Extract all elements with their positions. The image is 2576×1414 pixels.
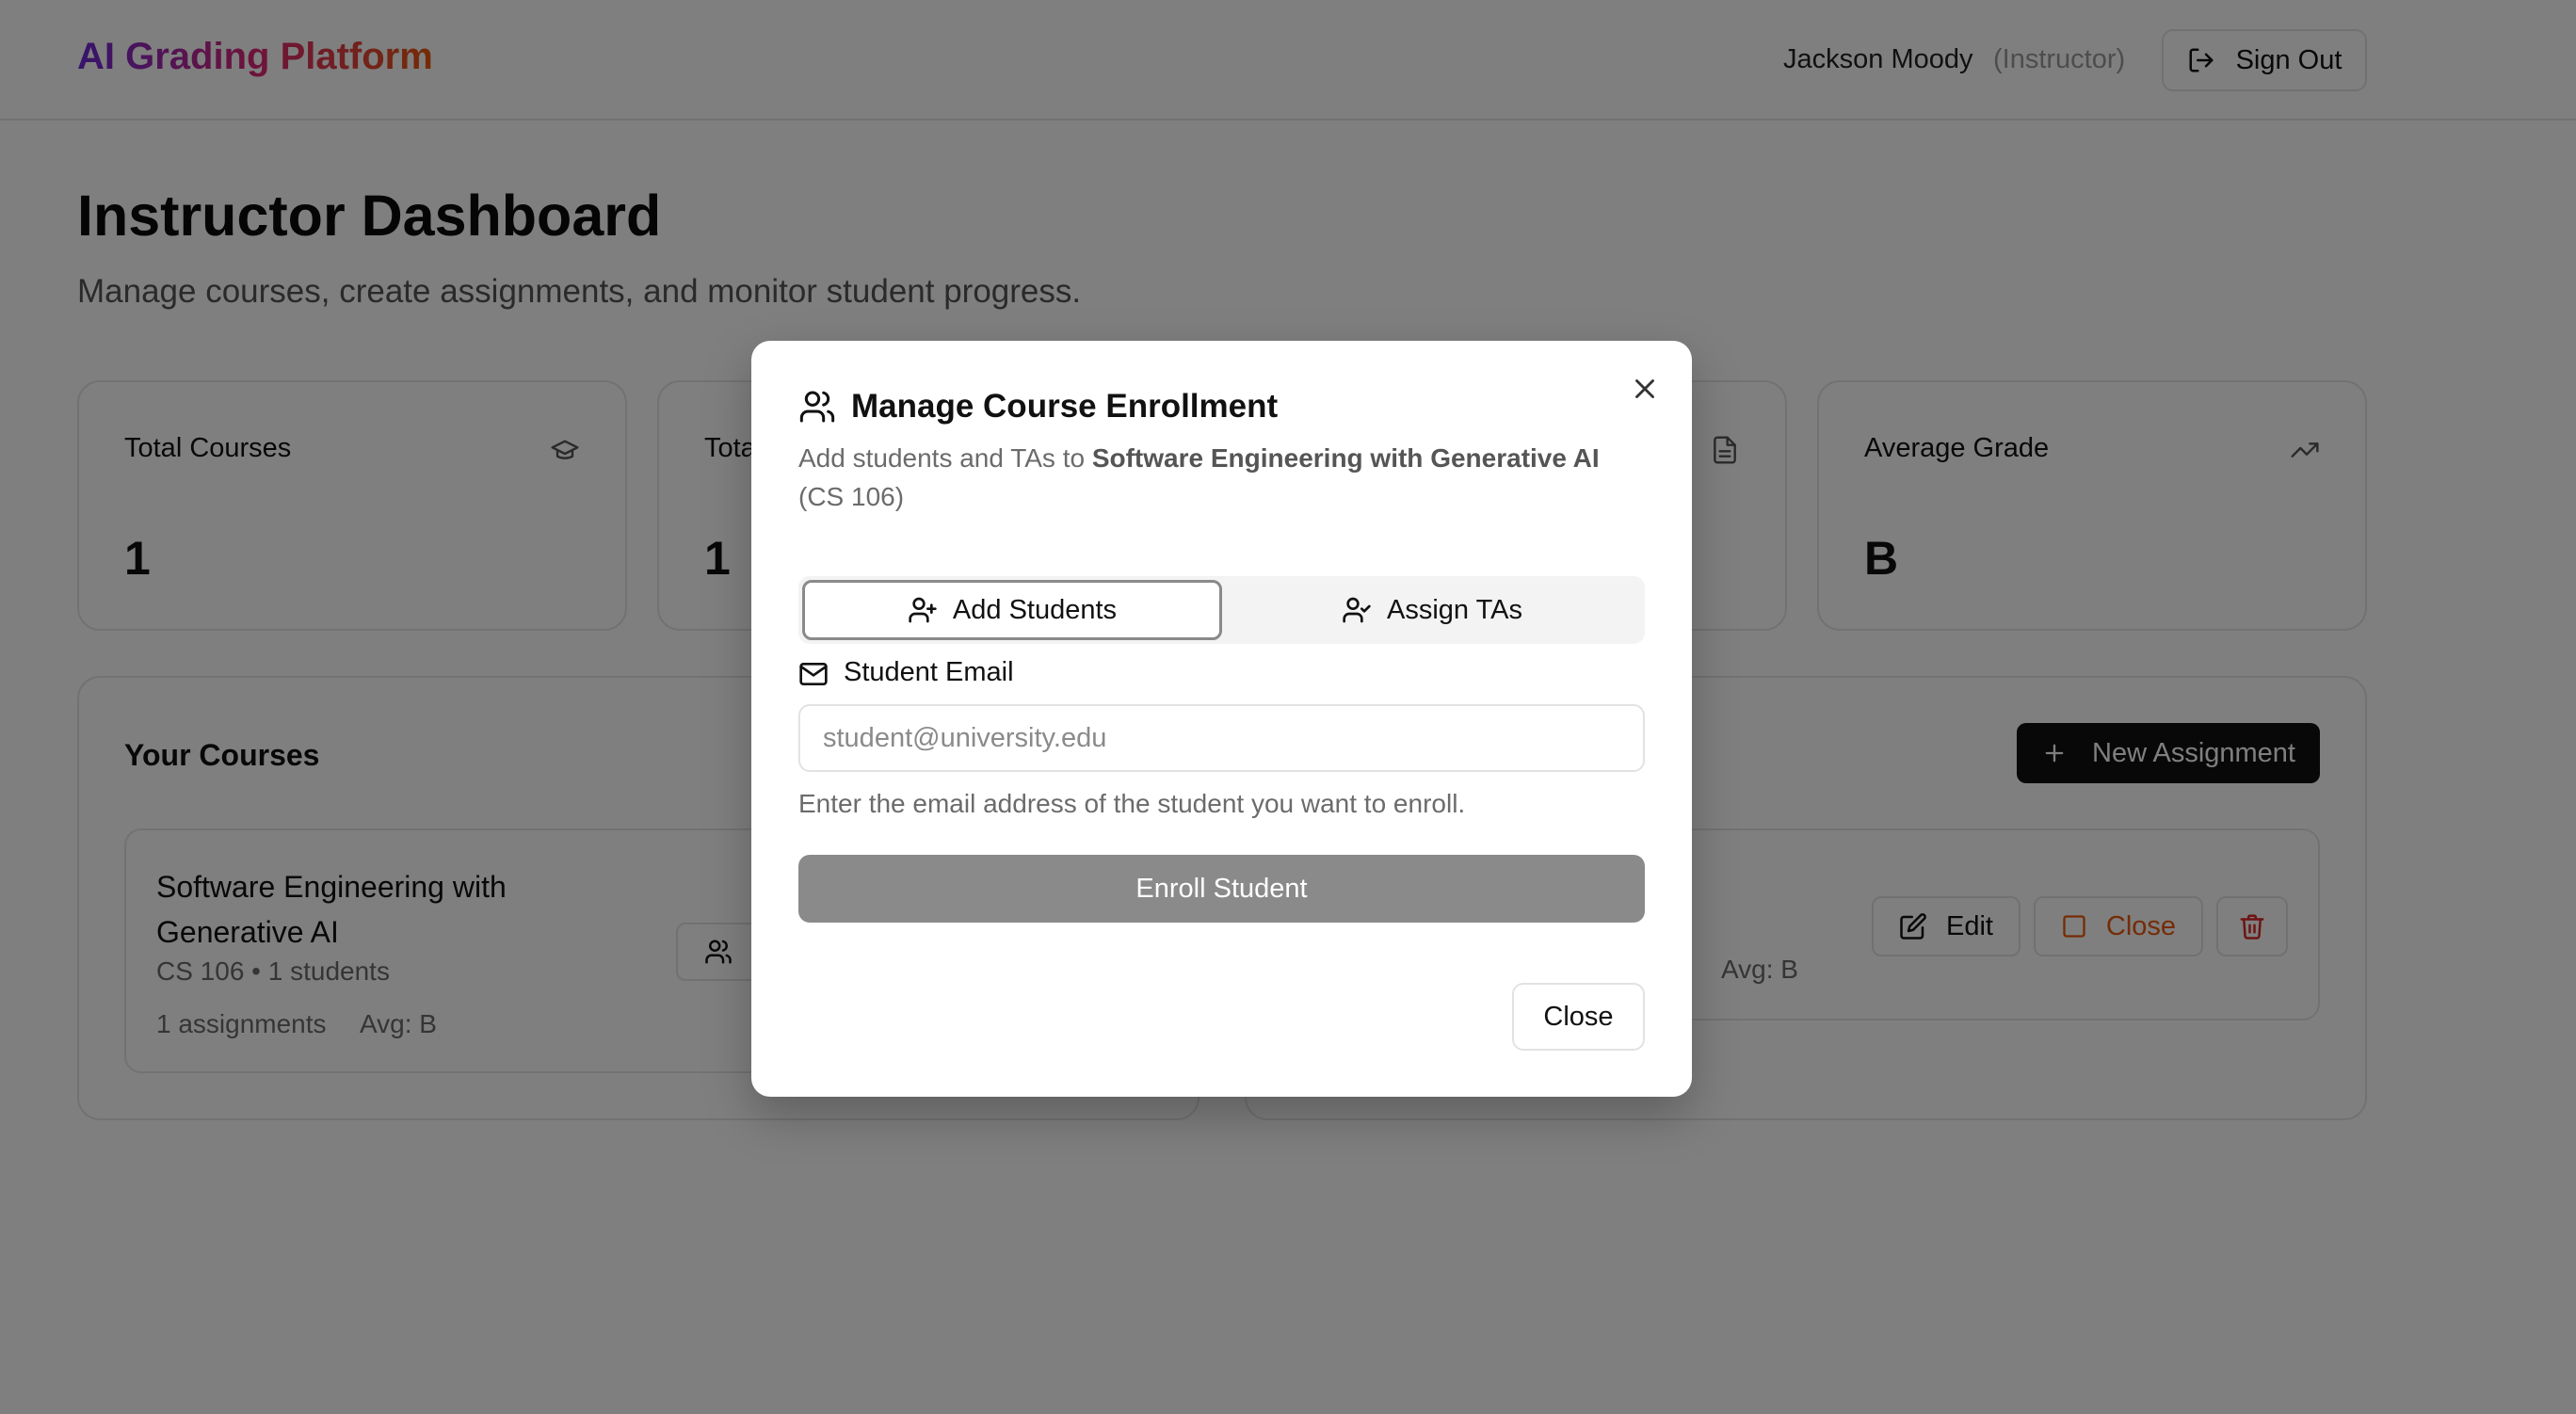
tab-assign-tas-label: Assign TAs bbox=[1387, 594, 1522, 625]
enroll-student-button[interactable]: Enroll Student bbox=[798, 855, 1645, 923]
dialog-description: Add students and TAs to Software Enginee… bbox=[798, 439, 1646, 516]
course-name: Software Engineering with Generative AI bbox=[1091, 443, 1600, 473]
tab-assign-tas[interactable]: Assign TAs bbox=[1222, 580, 1642, 640]
user-plus-icon bbox=[908, 595, 938, 625]
description-prefix: Add students and TAs to bbox=[798, 443, 1092, 473]
student-email-input[interactable] bbox=[798, 704, 1645, 772]
users-icon bbox=[798, 388, 836, 426]
email-help-text: Enter the email address of the student y… bbox=[798, 789, 1466, 818]
student-email-label: Student Email bbox=[844, 657, 1014, 687]
dialog-title: Manage Course Enrollment bbox=[851, 388, 1279, 425]
close-icon[interactable] bbox=[1629, 373, 1661, 405]
tab-add-students-label: Add Students bbox=[952, 594, 1118, 625]
enrollment-dialog: Manage Course Enrollment Add students an… bbox=[751, 341, 1692, 1097]
close-dialog-button[interactable]: Close bbox=[1512, 983, 1645, 1051]
course-code: (CS 106) bbox=[798, 482, 905, 511]
mail-icon bbox=[798, 659, 829, 689]
user-check-icon bbox=[1342, 595, 1372, 625]
tab-add-students[interactable]: Add Students bbox=[802, 580, 1222, 640]
